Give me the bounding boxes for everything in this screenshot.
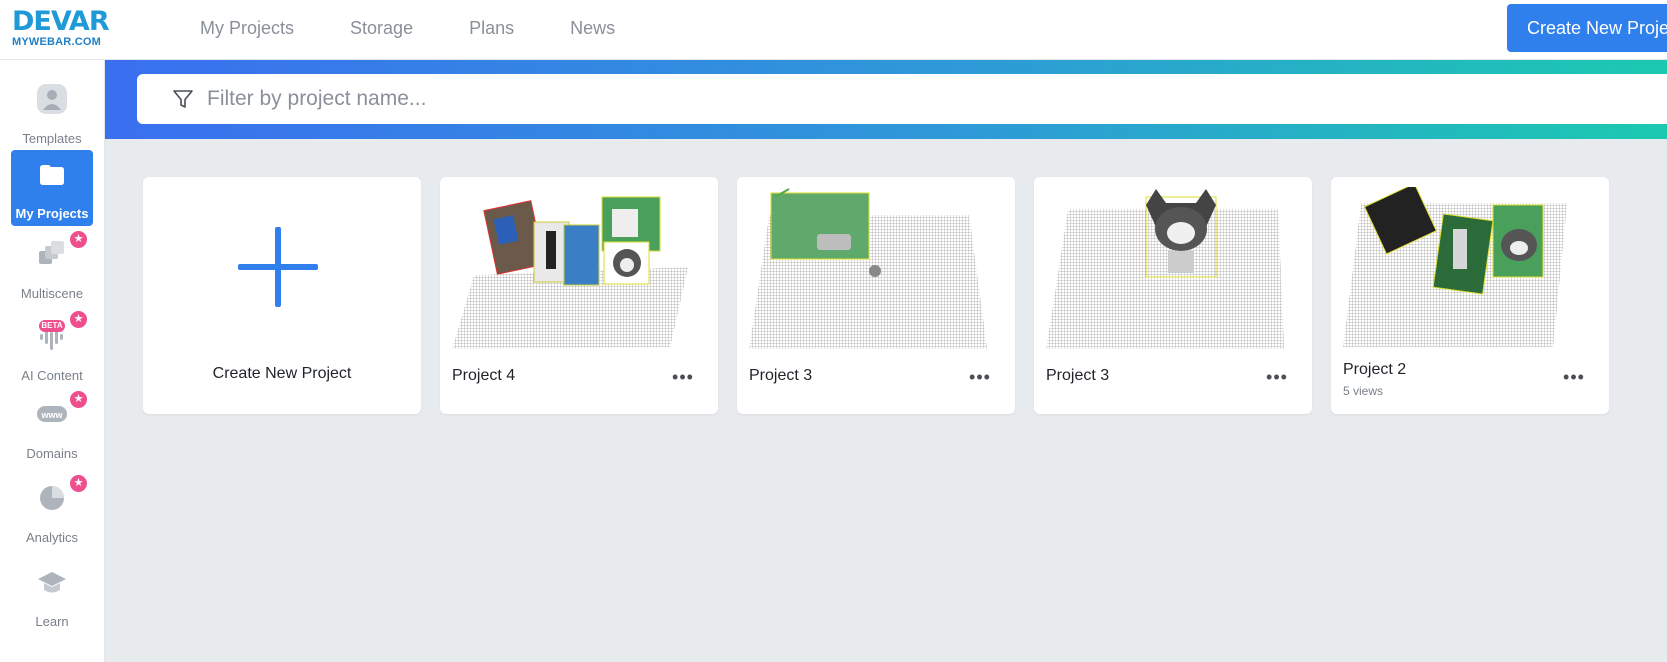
sidebar-item-multiscene[interactable]: ★ Multiscene [11,230,93,306]
sidebar-item-ai-content[interactable]: BETA ★ AI Content [11,311,93,388]
sidebar-item-label: My Projects [15,206,89,221]
sidebar-item-label: Analytics [25,530,79,545]
filter-box [137,74,1667,124]
sidebar-item-label: Multiscene [20,286,84,301]
star-badge: ★ [70,311,87,328]
plus-icon [238,227,318,307]
sidebar-item-templates[interactable]: Templates [11,75,93,151]
www-label: www [40,410,63,420]
sidebar-item-analytics[interactable]: ★ Analytics [11,474,93,550]
sidebar-item-my-projects[interactable]: My Projects [11,150,93,226]
sidebar-item-label: Templates [22,131,82,146]
create-new-project-label: Create New Project [212,365,352,382]
filter-banner [105,60,1667,139]
sidebar-item-label: Learn [35,614,69,629]
nav-storage[interactable]: Storage [350,18,413,39]
project-thumbnail [1343,187,1567,347]
project-thumbnail [1046,189,1284,349]
project-thumbnail [452,196,688,349]
project-card[interactable]: Project 2 5 views ••• [1331,177,1609,414]
nav-my-projects[interactable]: My Projects [200,18,294,39]
create-new-project-card[interactable]: Create New Project [143,177,421,414]
logo-main-text: DEVAR [12,6,110,37]
project-name: Project 4 [452,367,516,384]
top-navigation: My Projects Storage Plans News [200,0,671,56]
project-name: Project 2 [1343,361,1407,378]
star-badge: ★ [70,475,87,492]
project-views: 5 views [1343,384,1384,398]
top-bar: DEVAR MYWEBAR.COM My Projects Storage Pl… [0,0,1667,60]
www-icon: www [37,406,67,422]
project-card[interactable]: Project 4 ••• [440,177,718,414]
pie-chart-icon [40,486,64,510]
project-name: Project 3 [749,367,813,384]
layers-icon [39,241,64,264]
beta-badge: BETA [39,320,65,332]
user-avatar-icon [37,84,67,114]
more-options-button[interactable]: ••• [1559,368,1589,386]
sidebar-item-domains[interactable]: www ★ Domains [11,390,93,466]
project-name: Project 3 [1046,367,1110,384]
project-card[interactable]: Project 3 ••• [737,177,1015,414]
more-options-button[interactable]: ••• [1262,368,1292,386]
more-options-button[interactable]: ••• [668,368,698,386]
sidebar: Templates My Projects ★ Multiscene BETA … [0,60,105,662]
sidebar-item-label: Domains [26,446,78,461]
star-badge: ★ [70,231,87,248]
devar-logo[interactable]: DEVAR MYWEBAR.COM [12,6,112,49]
create-new-project-button[interactable]: Create New Project [1507,4,1667,52]
sidebar-item-learn[interactable]: Learn [11,558,93,634]
filter-input[interactable] [207,74,1407,124]
star-badge: ★ [70,391,87,408]
nav-news[interactable]: News [570,18,615,39]
project-thumbnail [749,188,987,349]
folder-icon [40,165,64,185]
graduation-cap-icon [38,572,66,593]
more-options-button[interactable]: ••• [965,368,995,386]
nav-plans[interactable]: Plans [469,18,514,39]
sidebar-item-label: AI Content [21,368,83,383]
project-card[interactable]: Project 3 ••• [1034,177,1312,414]
logo-sub-text: MYWEBAR.COM [12,36,101,48]
filter-icon [173,90,193,108]
